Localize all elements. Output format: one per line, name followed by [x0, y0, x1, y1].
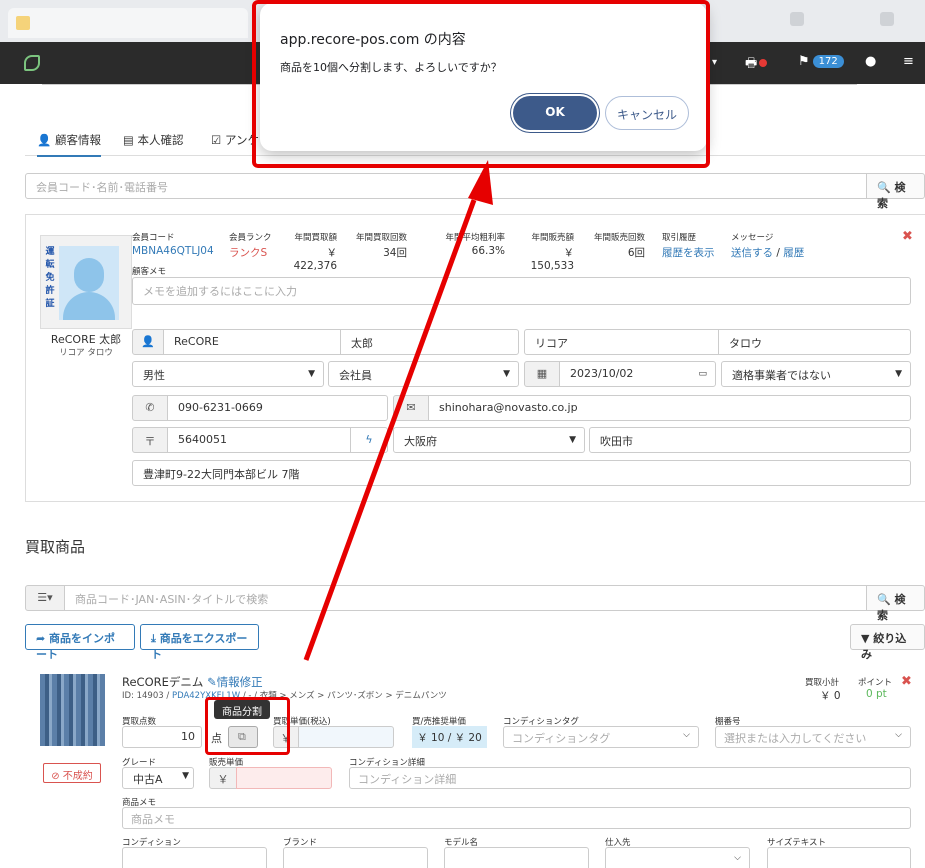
annotation-dialog-highlight: [252, 0, 710, 168]
annotation-arrow-line: [303, 199, 477, 661]
